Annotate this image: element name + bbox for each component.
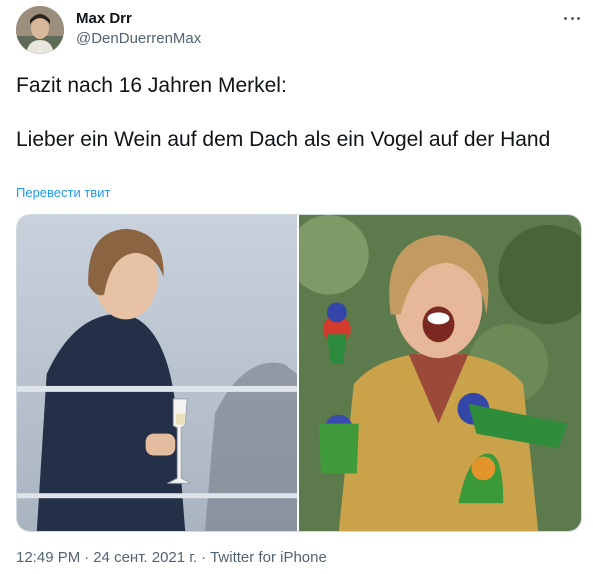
more-dot <box>577 16 580 20</box>
tweet-text-line-1: Fazit nach 16 Jahren Merkel: <box>16 74 287 97</box>
tweet-card: Max Drr @DenDuerrenMax Fazit nach 16 Jah… <box>0 0 593 574</box>
translate-tweet-link[interactable]: Перевести твит <box>16 185 110 201</box>
media-grid <box>16 214 582 532</box>
avatar-photo <box>16 6 64 54</box>
tweet-meta: 12:49 PM · 24 сент. 2021 г. · Twitter for iP… <box>16 549 327 567</box>
meta-separator: · <box>201 549 207 566</box>
tweet-source[interactable]: Twitter for iPhone <box>210 549 327 566</box>
author-name[interactable]: Max Drr <box>76 10 132 28</box>
more-icon[interactable] <box>560 8 584 28</box>
more-dot <box>570 16 574 20</box>
author-handle[interactable]: @DenDuerrenMax <box>76 30 201 48</box>
author-avatar[interactable] <box>16 6 64 54</box>
tweet-text: Fazit nach 16 Jahren Merkel: Lieber ein … <box>16 72 576 153</box>
tweet-text-line-2: Lieber ein Wein auf dem Dach als ein Vog… <box>16 128 551 151</box>
photo-right[interactable] <box>299 215 581 531</box>
meta-separator: · <box>84 549 90 566</box>
tweet-time[interactable]: 12:49 PM <box>16 549 80 566</box>
photo-left[interactable] <box>17 215 299 531</box>
photo-left-image <box>17 215 297 531</box>
tweet-date[interactable]: 24 сент. 2021 г. <box>93 549 197 566</box>
photo-right-image <box>299 215 581 531</box>
more-dot <box>564 16 567 20</box>
